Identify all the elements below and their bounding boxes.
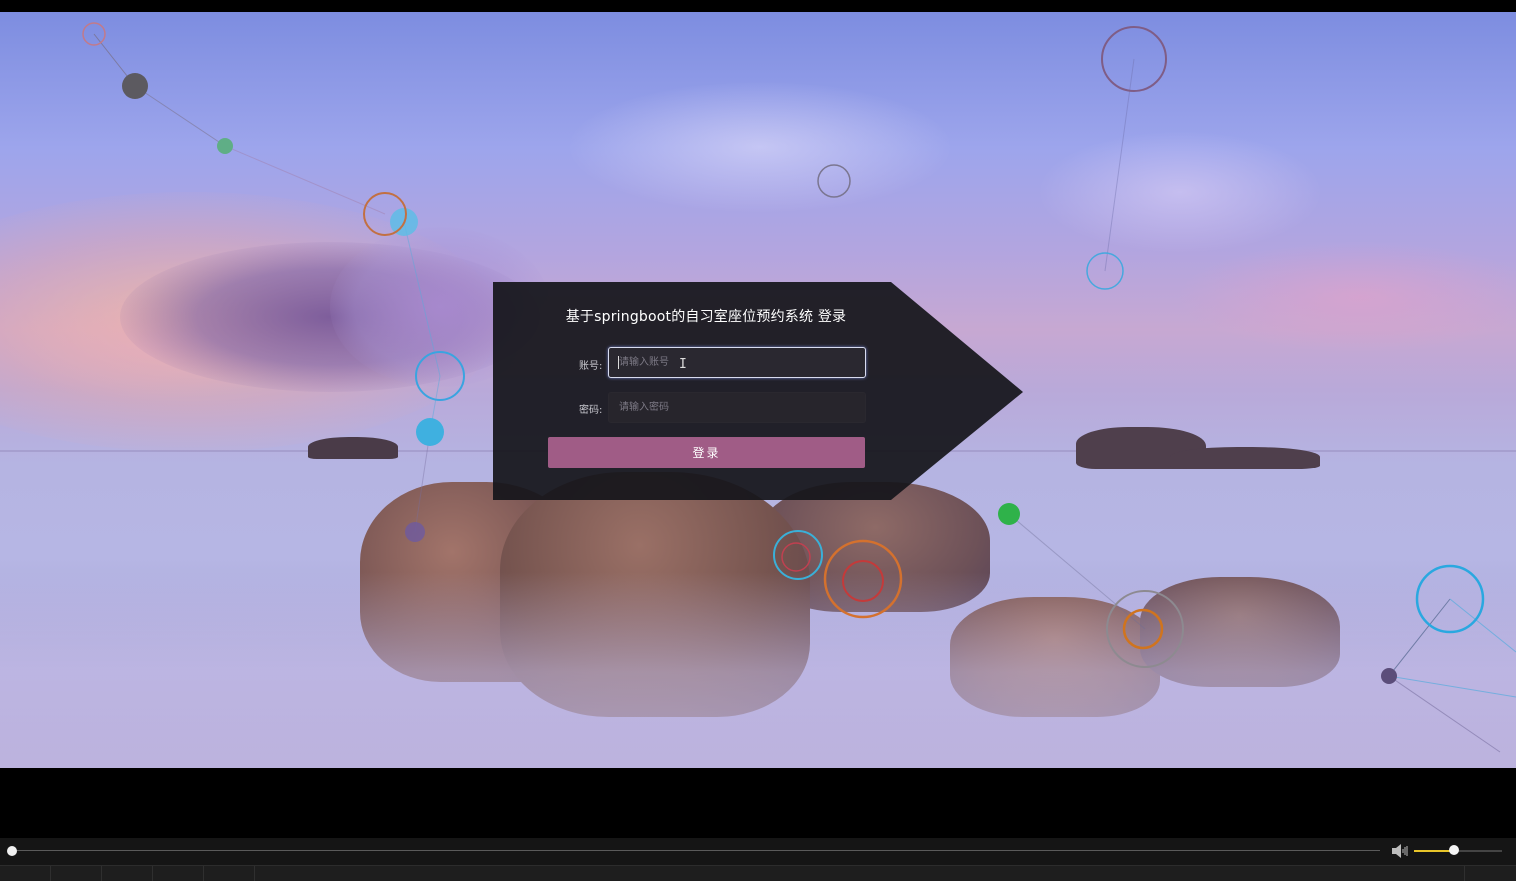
- volume-level-fill: [1414, 850, 1454, 852]
- particle-link: [1388, 675, 1501, 753]
- particle-ring: [823, 539, 903, 619]
- particle-dot: [1381, 668, 1397, 684]
- account-input[interactable]: [608, 347, 866, 378]
- player-toolbar-strip: [0, 865, 1516, 881]
- video-player-controls: [0, 838, 1516, 881]
- volume-thumb[interactable]: [1448, 845, 1459, 855]
- particle-ring: [773, 530, 823, 580]
- text-caret: [618, 356, 619, 369]
- particle-ring: [1122, 608, 1164, 650]
- toolbar-slot[interactable]: [51, 866, 102, 881]
- particle-dot: [405, 522, 425, 542]
- toolbar-slot[interactable]: [0, 866, 51, 881]
- particle-link: [224, 145, 386, 215]
- toolbar-slot[interactable]: [204, 866, 255, 881]
- particle-ring: [842, 560, 884, 602]
- login-panel: 基于springboot的自习室座位预约系统 登录 账号: I 密码: 登录: [493, 282, 1023, 500]
- particle-dot: [217, 138, 233, 154]
- particle-ring: [817, 164, 851, 198]
- password-input[interactable]: [608, 392, 866, 423]
- particle-dot: [122, 73, 148, 99]
- login-title: 基于springboot的自习室座位预约系统 登录: [565, 309, 847, 325]
- particle-ring: [781, 542, 811, 572]
- particle-link: [134, 85, 226, 147]
- particle-link: [1008, 513, 1146, 630]
- particle-link: [1388, 675, 1516, 698]
- seek-bar[interactable]: [12, 850, 1380, 851]
- seek-thumb[interactable]: [7, 846, 17, 856]
- speaker-icon[interactable]: [1391, 843, 1409, 859]
- particle-link: [414, 431, 431, 533]
- ibeam-cursor-icon: I: [679, 357, 687, 372]
- particle-dot: [416, 418, 444, 446]
- toolbar-slot[interactable]: [153, 866, 204, 881]
- video-frame: 基于springboot的自习室座位预约系统 登录 账号: I 密码: 登录: [0, 12, 1516, 768]
- toolbar-slot[interactable]: [102, 866, 153, 881]
- login-button[interactable]: 登录: [548, 437, 865, 468]
- toolbar-slot[interactable]: [1414, 866, 1465, 881]
- particle-dot: [998, 503, 1020, 525]
